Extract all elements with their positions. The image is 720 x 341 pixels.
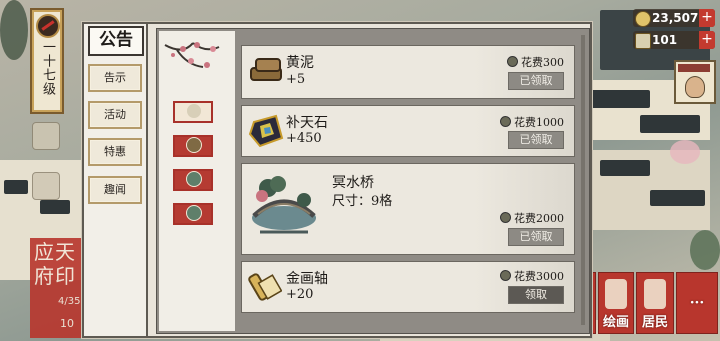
item-size: 尺寸：9格 (332, 194, 393, 209)
seal-title: 应天府印 (34, 240, 76, 288)
claim-button[interactable]: 领取 (508, 286, 564, 304)
coin-value: 23,507 (652, 11, 699, 25)
item-name: 冥水桥 (332, 175, 374, 191)
refresh-reward-icon[interactable] (173, 169, 213, 191)
ticket-icon (507, 56, 518, 67)
ticket-icon (500, 270, 511, 281)
seal-number: 10 (60, 317, 74, 330)
item-amount: +20 (286, 287, 314, 302)
ticket-icon (500, 116, 511, 127)
refresh-reward-icon-2[interactable] (173, 203, 213, 225)
ticket-counter: 101 + (633, 31, 715, 49)
bridge-icon (252, 176, 316, 234)
item-amount: +450 (286, 131, 322, 146)
ticket-value: 101 (652, 33, 678, 47)
more-button[interactable]: ··· (676, 272, 718, 334)
claimed-button[interactable]: 已领取 (508, 72, 564, 90)
add-coins-button[interactable]: + (699, 9, 715, 27)
residents-button[interactable]: 居民 (636, 272, 674, 334)
tab-offers[interactable]: 特惠 (88, 138, 142, 166)
plum-blossom-icon (164, 42, 220, 68)
level-icon (36, 14, 60, 38)
level-scroll[interactable]: 一十七级 (30, 8, 64, 114)
reward-content: 黄泥 +5 花费300 已领取 补天石 +450 花费1000 已领取 冥水桥 … (156, 28, 590, 334)
side-button-1[interactable] (32, 122, 60, 150)
tab-column: 公告 告示 活动 特惠 趣闻 (84, 24, 148, 336)
panel-title: 公告 (88, 26, 144, 56)
tab-notice[interactable]: 告示 (88, 64, 142, 92)
item-name: 补天石 (286, 115, 328, 131)
scroll-reward-icon[interactable] (173, 101, 213, 123)
painting-button[interactable]: 绘画 (598, 272, 634, 334)
town-official-icon[interactable] (674, 60, 716, 104)
tab-anecdotes[interactable]: 趣闻 (88, 176, 142, 204)
golden-scroll-icon (248, 273, 282, 301)
painting-label: 绘画 (602, 315, 629, 330)
reward-item: 金画轴 +20 花费3000 领取 (241, 261, 575, 313)
art-strip (159, 31, 235, 331)
item-cost: 花费3000 (514, 270, 564, 283)
ticket-icon (500, 212, 511, 223)
seal-count: 4/35 (58, 296, 81, 307)
side-button-2[interactable] (32, 172, 60, 200)
item-amount: +5 (286, 72, 306, 87)
city-seal[interactable]: 应天府印 4/35 10 (30, 238, 86, 338)
coin-counter: 23,507 + (633, 9, 715, 27)
item-cost: 花费300 (521, 56, 564, 69)
gourd-reward-icon[interactable] (173, 135, 213, 157)
item-name: 黄泥 (286, 55, 314, 71)
claimed-button[interactable]: 已领取 (508, 228, 564, 246)
item-name: 金画轴 (286, 271, 328, 287)
scrollbar[interactable] (581, 35, 585, 325)
more-label: ··· (689, 295, 705, 311)
residents-label: 居民 (641, 315, 668, 330)
coin-icon (635, 11, 651, 27)
item-cost: 花费1000 (514, 116, 564, 129)
tab-events[interactable]: 活动 (88, 101, 142, 129)
reward-item: 补天石 +450 花费1000 已领取 (241, 105, 575, 157)
add-tickets-button[interactable]: + (699, 31, 715, 49)
level-text: 一十七级 (40, 40, 55, 96)
claimed-button[interactable]: 已领取 (508, 131, 564, 149)
yellow-mud-icon (250, 58, 282, 81)
announcement-panel: 公告 告示 活动 特惠 趣闻 黄泥 +5 花费300 已领取 补天石 +450 … (82, 22, 592, 338)
reward-item: 冥水桥 尺寸：9格 花费2000 已领取 (241, 163, 575, 255)
item-cost: 花费2000 (514, 212, 564, 225)
ticket-icon (635, 33, 651, 49)
mending-stone-icon (248, 114, 284, 148)
reward-item: 黄泥 +5 花费300 已领取 (241, 45, 575, 99)
